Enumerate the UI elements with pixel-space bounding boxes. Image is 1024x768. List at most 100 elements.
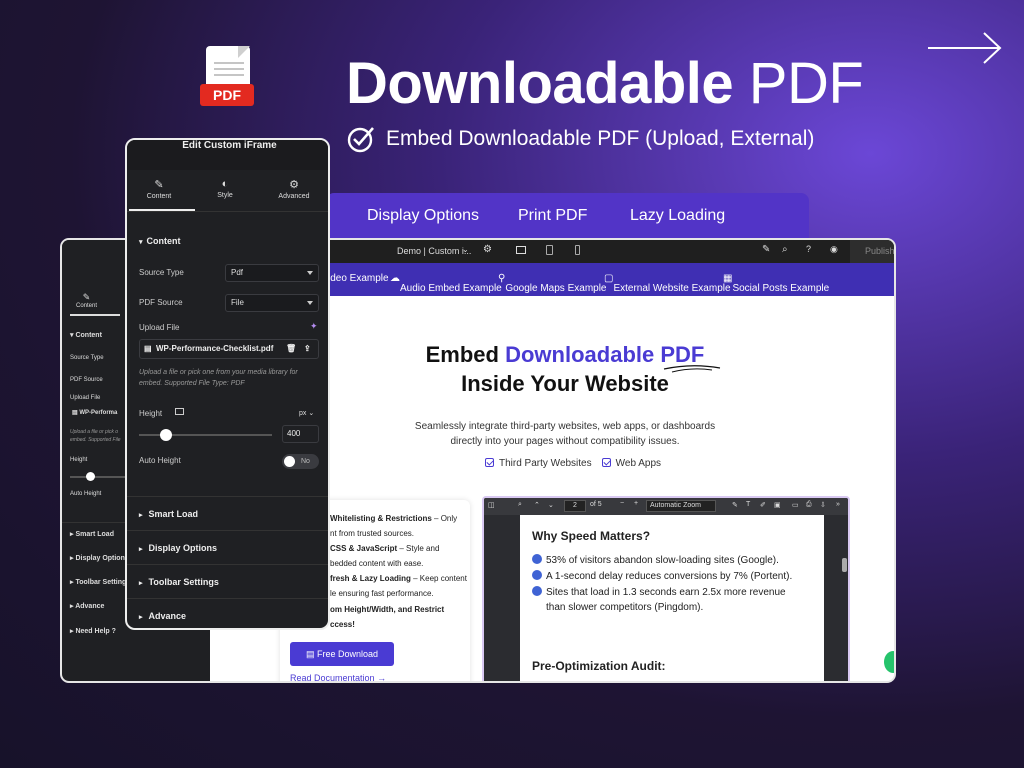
arrow-right-icon[interactable] [926,30,1004,66]
publish-button[interactable]: Publish [850,240,894,263]
back-height-slider[interactable] [86,472,95,481]
card-line: ccess! [330,620,355,629]
prev-page-icon[interactable]: ⌃ [534,501,540,509]
back-label-auto-height: Auto Height [70,491,102,497]
pdf-source-label: PDF Source [139,298,183,307]
nav-link-audio[interactable]: ☁ Audio Embed Example [390,273,502,294]
section-content-header[interactable]: ▾ Content [139,236,181,246]
preview-icon[interactable]: ◉ [830,244,838,255]
upload-help-text: Upload a file or pick one from your medi… [139,369,298,387]
draw-icon[interactable]: ✐ [760,501,766,509]
present-icon[interactable]: ▭ [792,501,799,509]
image-icon[interactable]: ▣ [774,501,781,509]
mobile-icon[interactable] [575,245,580,255]
next-page-icon[interactable]: ⌄ [548,501,554,509]
page-number-input[interactable]: 2 [564,500,586,512]
desktop-icon[interactable] [516,246,526,254]
tab-lazy-loading[interactable]: Lazy Loading [630,207,725,225]
height-slider-knob[interactable] [159,429,172,441]
pdf-toolbar: ◫ ⌕ ⌃ ⌄ 2 of 5 − + Automatic Zoom ✎ T ✐ … [484,498,848,515]
nav-link-external[interactable]: ▢ External Website Example [604,273,731,294]
more-icon[interactable]: » [836,501,840,508]
settings-icon[interactable]: ⚙ [483,244,492,255]
source-type-select[interactable]: Pdf [225,264,319,282]
uploaded-file[interactable]: ▤ WP-Performance-Checklist.pdf 🗑 ⇪ [139,339,319,359]
check-web-apps[interactable]: Web Apps [601,458,661,469]
chevron-down-icon[interactable]: ⌄ [462,245,469,254]
search-icon[interactable]: ⌕ [782,244,788,255]
height-unit-select[interactable]: px ⌄ [299,409,314,417]
back-section-advance[interactable]: ▸ Advance [70,602,104,610]
chat-widget-icon[interactable] [884,651,894,673]
zoom-out-icon[interactable]: − [620,500,624,507]
section-toolbar-settings[interactable]: ▸ Toolbar Settings [127,564,328,598]
ai-sparkle-icon[interactable]: ✦ [310,321,318,332]
feature-tab-bar: Display Options Print PDF Lazy Loading [326,193,809,239]
pdf-scrollbar[interactable] [842,558,847,572]
height-input[interactable]: 400 [282,425,319,443]
height-slider-track [139,429,272,441]
back-label-height: Height [70,457,88,463]
auto-height-label: Auto Height [139,456,181,465]
nav-link-social[interactable]: ▦ Social Posts Example [723,273,829,294]
back-section-help[interactable]: ▸ Need Help ? [70,627,116,635]
panel-title: Edit Custom iFrame [127,140,328,170]
arrow-icon: → [377,673,387,683]
card-line: le ensuring fast performance. [330,589,434,598]
back-section-toolbar[interactable]: ▸ Toolbar Setting [70,578,126,586]
upload-icon[interactable]: ⇪ [304,340,311,358]
tab-advanced[interactable]: ⚙ Advanced [264,178,324,200]
pdf-viewer: ◫ ⌕ ⌃ ⌄ 2 of 5 − + Automatic Zoom ✎ T ✐ … [482,496,850,681]
tab-display-options[interactable]: Display Options [367,207,479,225]
upload-file-label: Upload File [139,323,180,332]
page-title: Downloadable PDF [346,51,864,116]
check-third-party[interactable]: Third Party Websites [485,458,592,469]
highlight-icon[interactable]: ✎ [732,501,738,509]
tab-print-pdf[interactable]: Print PDF [518,207,587,225]
print-icon[interactable]: ⎙ [806,501,812,509]
tab-style[interactable]: ◐ Style [195,178,255,199]
find-icon[interactable]: ⌕ [518,501,522,509]
section-smart-load[interactable]: ▸ Smart Load [127,496,328,530]
nav-link-maps[interactable]: ⚲ Google Maps Example [498,273,607,294]
free-download-button[interactable]: ▤ Free Download [290,642,394,666]
pencil-icon: ✎ [154,179,164,191]
pdf-source-select[interactable]: File [225,294,319,312]
back-section-content[interactable]: ▾ Content [70,331,102,339]
pdf-bullet: Sites that load in 1.3 seconds earn 2.5x… [532,585,786,600]
source-type-label: Source Type [139,268,184,277]
save-icon[interactable]: ⇩ [820,501,826,509]
file-name: WP-Performance-Checklist.pdf [156,344,274,353]
doc-title[interactable]: Demo | Custom i... [397,246,471,256]
desktop-icon[interactable] [175,408,184,415]
auto-height-toggle[interactable]: No [282,454,319,469]
back-section-display[interactable]: ▸ Display Option [70,554,125,562]
delete-icon[interactable]: 🗑 [286,340,296,358]
back-label-source-type: Source Type [70,355,104,361]
zoom-select[interactable]: Automatic Zoom [646,500,716,512]
back-section-smart-load[interactable]: ▸ Smart Load [70,530,114,538]
read-documentation-link[interactable]: Read Documentation → [290,673,387,683]
card-line: CSS & JavaScript – Style and [330,544,440,553]
pdf-bullet-continued: than slower competitors (Pingdom). [546,602,704,613]
tab-content[interactable]: ✎ Content [129,178,189,200]
pdf-bullet: A 1-second delay reduces conversions by … [532,569,792,584]
text-icon[interactable]: T [746,501,750,508]
notes-icon[interactable]: ✎ [762,244,770,255]
sidebar-toggle-icon[interactable]: ◫ [488,501,495,509]
section-advance[interactable]: ▸ Advance [127,598,328,628]
back-file-name[interactable]: ▤ WP-Performa [72,409,117,416]
help-icon[interactable]: ? [806,244,811,254]
nav-link-video[interactable]: ideo Example [328,273,389,284]
card-line: Whitelisting & Restrictions – Only [330,514,458,523]
zoom-in-icon[interactable]: + [634,500,638,507]
section-display-options[interactable]: ▸ Display Options [127,530,328,564]
height-label: Height [139,409,163,418]
card-line: bedded content with ease. [330,559,424,568]
tablet-icon[interactable] [546,245,553,255]
pdf-heading-2: Pre-Optimization Audit: [532,659,666,673]
back-tab-content[interactable]: ✎ Content [76,292,97,309]
back-label-pdf-source: PDF Source [70,377,103,383]
page-total: of 5 [590,501,602,508]
contrast-icon: ◐ [221,178,229,190]
